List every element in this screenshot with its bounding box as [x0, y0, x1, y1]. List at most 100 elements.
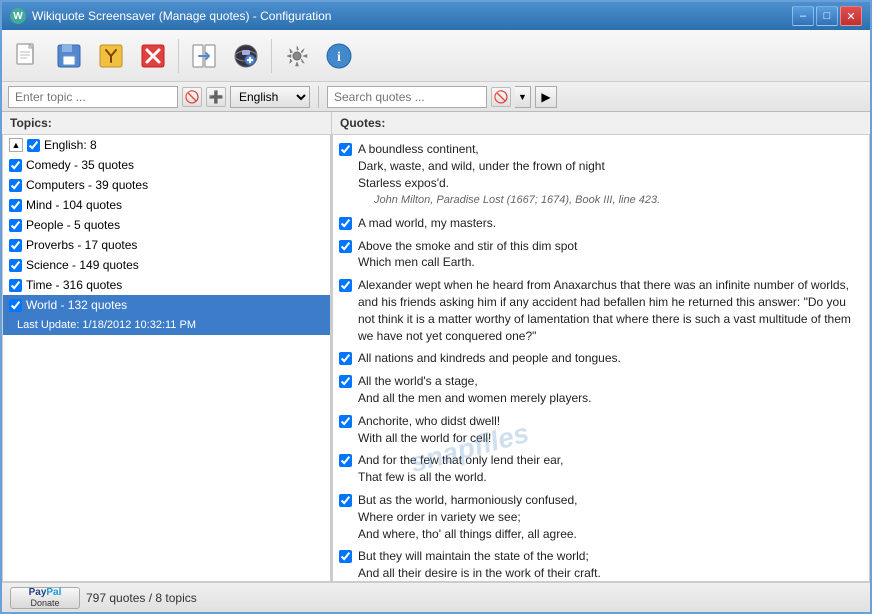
topic-mind-checkbox[interactable] [9, 199, 22, 212]
language-select[interactable]: English [230, 86, 310, 108]
search-bar: 🚫 ➕ English 🚫 ▼ ▶ [2, 82, 870, 112]
quotes-list[interactable]: A boundless continent, Dark, waste, and … [332, 134, 870, 582]
export-button[interactable] [227, 37, 265, 75]
quote-checkbox[interactable] [339, 143, 352, 156]
quotes-header: Quotes: [332, 112, 870, 134]
topic-computers-label: Computers - 39 quotes [26, 178, 148, 192]
quote-text: Alexander wept when he heard from Anaxar… [358, 277, 863, 344]
quote-text: But they will maintain the state of the … [358, 548, 601, 582]
status-bar: PayPalDonate 797 quotes / 8 topics [2, 582, 870, 612]
quote-item: Anchorite, who didst dwell! With all the… [337, 411, 865, 449]
quote-text: All nations and kindreds and people and … [358, 350, 621, 367]
import-button[interactable] [185, 37, 223, 75]
topic-time-label: Time - 316 quotes [26, 278, 122, 292]
topic-people-checkbox[interactable] [9, 219, 22, 232]
topic-world-update-label: Last Update: 1/18/2012 10:32:11 PM [17, 319, 196, 331]
search-go-button[interactable]: ▶ [535, 86, 557, 108]
new-button[interactable] [8, 37, 46, 75]
search-bar-separator [318, 86, 319, 108]
window-title: Wikiquote Screensaver (Manage quotes) - … [32, 9, 331, 23]
topic-mind[interactable]: Mind - 104 quotes [3, 195, 330, 215]
quote-text: All the world's a stage, And all the men… [358, 373, 591, 407]
topic-proverbs-checkbox[interactable] [9, 239, 22, 252]
quote-checkbox[interactable] [339, 375, 352, 388]
topic-proverbs[interactable]: Proverbs - 17 quotes [3, 235, 330, 255]
topic-world[interactable]: World - 132 quotes [3, 295, 330, 315]
quote-checkbox[interactable] [339, 352, 352, 365]
quote-text: Anchorite, who didst dwell! With all the… [358, 413, 500, 447]
quote-item: Alexander wept when he heard from Anaxar… [337, 275, 865, 346]
topic-clear-button[interactable]: 🚫 [182, 87, 202, 107]
quote-item: A mad world, my masters. [337, 213, 865, 234]
topic-english-header[interactable]: ▲ English: 8 [3, 135, 330, 155]
collapse-button[interactable]: ▲ [9, 138, 23, 152]
quote-item: But they will maintain the state of the … [337, 546, 865, 582]
topic-world-checkbox[interactable] [9, 299, 22, 312]
quote-attribution: John Milton, Paradise Lost (1667; 1674),… [358, 194, 660, 206]
quote-checkbox[interactable] [339, 550, 352, 563]
topic-english-checkbox[interactable] [27, 139, 40, 152]
left-panel: Topics: ▲ English: 8 Comedy - 35 quotes … [2, 112, 332, 582]
topics-list[interactable]: ▲ English: 8 Comedy - 35 quotes Computer… [2, 134, 331, 582]
quote-text: A mad world, my masters. [358, 215, 496, 232]
topic-computers[interactable]: Computers - 39 quotes [3, 175, 330, 195]
status-text: 797 quotes / 8 topics [86, 591, 197, 605]
title-bar-left: W Wikiquote Screensaver (Manage quotes) … [10, 8, 331, 24]
topic-world-label: World - 132 quotes [26, 298, 127, 312]
topic-proverbs-label: Proverbs - 17 quotes [26, 238, 137, 252]
svg-text:i: i [337, 50, 341, 65]
topic-computers-checkbox[interactable] [9, 179, 22, 192]
search-input[interactable] [327, 86, 487, 108]
quote-checkbox[interactable] [339, 240, 352, 253]
maximize-button[interactable]: □ [816, 6, 838, 26]
topic-science[interactable]: Science - 149 quotes [3, 255, 330, 275]
topic-people[interactable]: People - 5 quotes [3, 215, 330, 235]
quote-item: All nations and kindreds and people and … [337, 348, 865, 369]
quote-text: Above the smoke and stir of this dim spo… [358, 238, 577, 272]
quote-checkbox[interactable] [339, 279, 352, 292]
topic-add-button[interactable]: ➕ [206, 87, 226, 107]
topic-people-label: People - 5 quotes [26, 218, 120, 232]
quote-item: Above the smoke and stir of this dim spo… [337, 236, 865, 274]
topic-english-label: English: 8 [44, 138, 97, 152]
minimize-button[interactable]: – [792, 6, 814, 26]
quote-item: And for the few that only lend their ear… [337, 450, 865, 488]
quote-text: But as the world, harmoniously confused,… [358, 492, 577, 542]
close-button[interactable]: ✕ [840, 6, 862, 26]
topic-comedy[interactable]: Comedy - 35 quotes [3, 155, 330, 175]
paypal-donate-button[interactable]: PayPalDonate [10, 587, 80, 609]
title-controls: – □ ✕ [792, 6, 862, 26]
main-window: W Wikiquote Screensaver (Manage quotes) … [0, 0, 872, 614]
topic-time-checkbox[interactable] [9, 279, 22, 292]
quote-text: And for the few that only lend their ear… [358, 452, 563, 486]
toolbar: i [2, 30, 870, 82]
cut-button[interactable] [92, 37, 130, 75]
app-icon: W [10, 8, 26, 24]
delete-button[interactable] [134, 37, 172, 75]
search-clear-button[interactable]: 🚫 [491, 87, 511, 107]
topic-science-label: Science - 149 quotes [26, 258, 139, 272]
quote-item: All the world's a stage, And all the men… [337, 371, 865, 409]
quote-checkbox[interactable] [339, 217, 352, 230]
right-panel: Quotes: A boundless continent, Dark, was… [332, 112, 870, 582]
topic-comedy-checkbox[interactable] [9, 159, 22, 172]
quote-checkbox[interactable] [339, 415, 352, 428]
title-bar: W Wikiquote Screensaver (Manage quotes) … [2, 2, 870, 30]
main-content: snapfiles Topics: ▲ English: 8 Comedy - … [2, 112, 870, 582]
topic-comedy-label: Comedy - 35 quotes [26, 158, 134, 172]
quote-checkbox[interactable] [339, 494, 352, 507]
quote-item: But as the world, harmoniously confused,… [337, 490, 865, 544]
info-button[interactable]: i [320, 37, 358, 75]
search-dropdown-button[interactable]: ▼ [515, 86, 531, 108]
quote-text: A boundless continent, Dark, waste, and … [358, 141, 660, 209]
save-button[interactable] [50, 37, 88, 75]
topic-input[interactable] [8, 86, 178, 108]
topic-science-checkbox[interactable] [9, 259, 22, 272]
topics-header: Topics: [2, 112, 331, 134]
topic-time[interactable]: Time - 316 quotes [3, 275, 330, 295]
topic-world-update: Last Update: 1/18/2012 10:32:11 PM [3, 315, 330, 335]
topic-mind-label: Mind - 104 quotes [26, 198, 122, 212]
quote-item: A boundless continent, Dark, waste, and … [337, 139, 865, 211]
quote-checkbox[interactable] [339, 454, 352, 467]
settings-button[interactable] [278, 37, 316, 75]
